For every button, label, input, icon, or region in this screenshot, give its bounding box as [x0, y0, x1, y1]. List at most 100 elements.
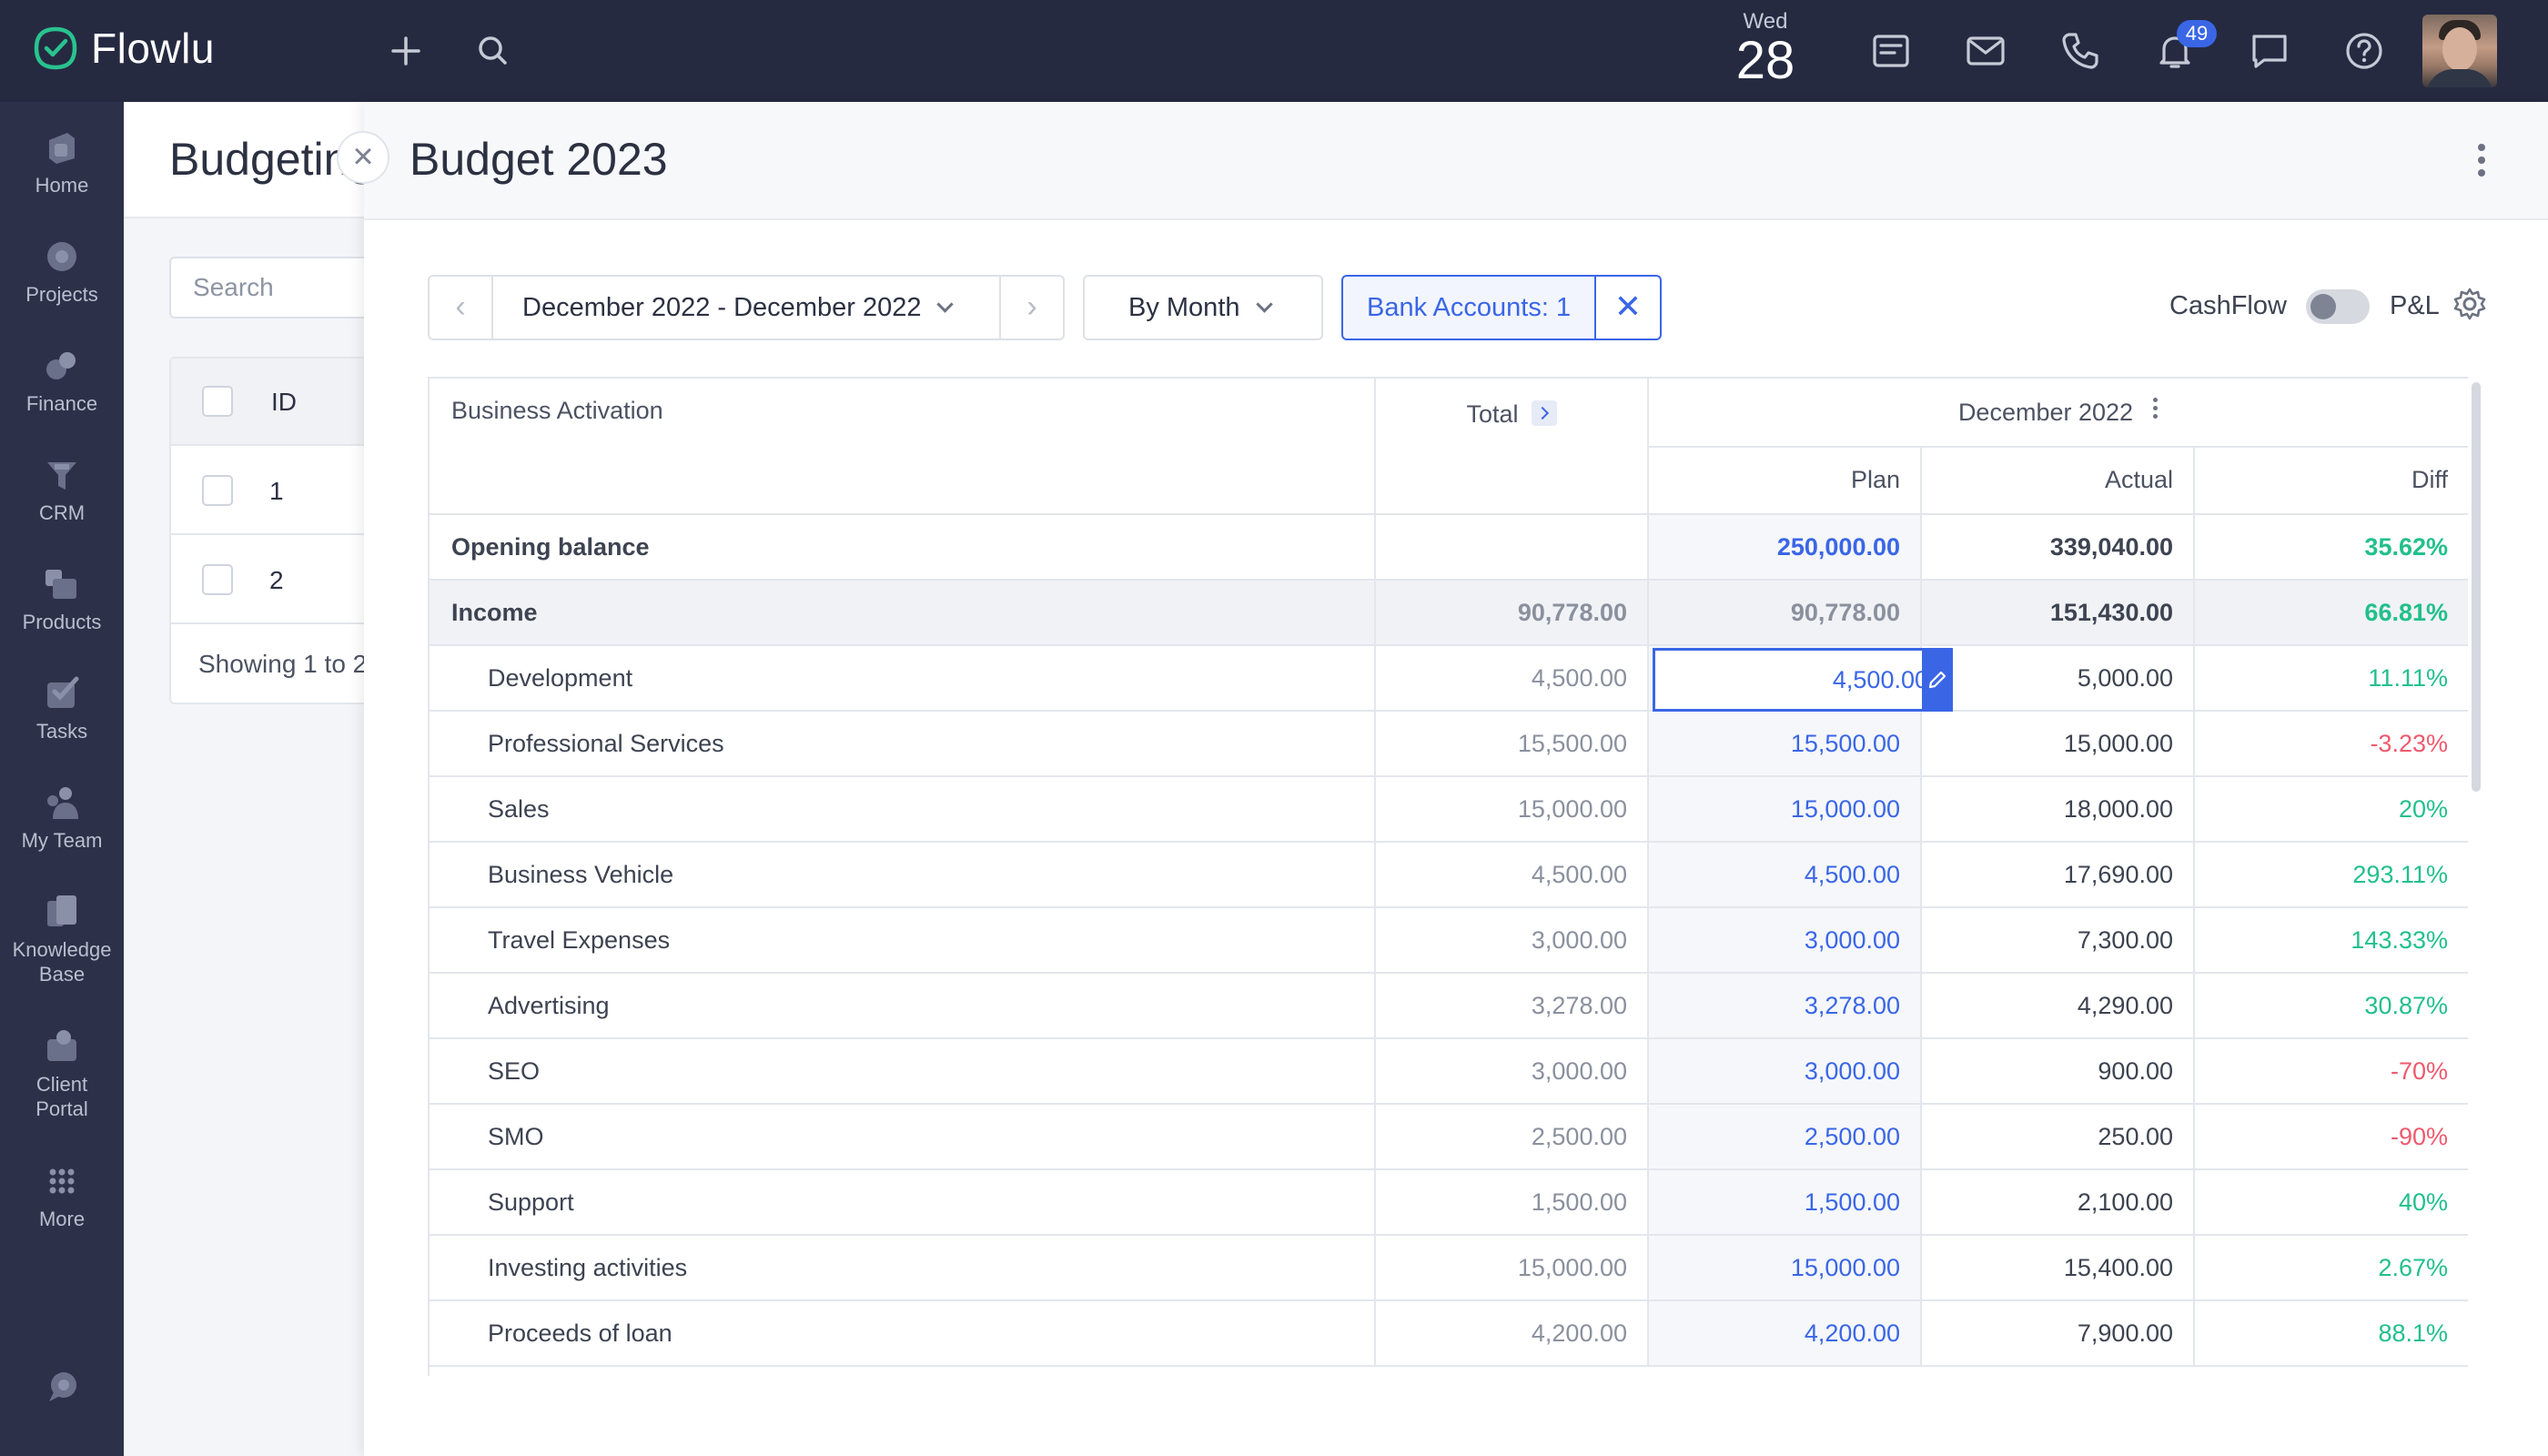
total-cell: 3,278.00	[1376, 974, 1649, 1039]
total-column-header[interactable]: Total	[1376, 379, 1649, 515]
sidebar-item-label-line2: Portal	[35, 1097, 88, 1120]
sidebar-item-products[interactable]: Products	[0, 564, 124, 634]
projects-icon	[47, 242, 76, 271]
date-display[interactable]: Wed 28	[1729, 9, 1802, 87]
plan-cell[interactable]: 3,000.00	[1649, 908, 1922, 974]
sidebar-item-more[interactable]: More	[0, 1161, 124, 1231]
total-cell: 4,500.00	[1376, 646, 1649, 712]
total-cell: 15,000.00	[1376, 777, 1649, 843]
table-row-id[interactable]: 2	[269, 566, 284, 595]
total-cell: 1,500.00	[1376, 1170, 1649, 1236]
expand-arrow-icon[interactable]	[1531, 399, 1557, 426]
actual-cell: 339,040.00	[1922, 515, 2195, 581]
sidebar-item-label: Home	[35, 174, 89, 197]
row-label: SMO	[430, 1105, 1376, 1170]
sidebar-item-client-portal[interactable]: Client Portal	[0, 1026, 124, 1121]
sidebar-item-finance[interactable]: Finance	[0, 346, 124, 416]
group-by-dropdown[interactable]: By Month	[1083, 275, 1323, 340]
plan-cell[interactable]: 3,278.00	[1649, 974, 1922, 1039]
close-panel-button[interactable]: ×	[337, 131, 389, 184]
app-logo[interactable]: Flowlu	[33, 24, 215, 73]
chat-icon[interactable]	[2248, 29, 2291, 73]
sidebar-item-projects[interactable]: Projects	[0, 237, 124, 307]
user-avatar[interactable]	[2422, 15, 2497, 87]
edit-pencil-button[interactable]	[1922, 648, 1953, 712]
sidebar-item-label: Knowledge	[12, 938, 112, 961]
month-header-label: December 2022	[1957, 399, 2134, 426]
row-checkbox[interactable]	[202, 564, 233, 595]
row-label: Proceeds of loan	[430, 1301, 1376, 1367]
row-label: Opening balance	[430, 515, 1376, 581]
plan-cell[interactable]: 250,000.00	[1649, 515, 1922, 581]
sidebar-item-label: Tasks	[35, 720, 88, 743]
plan-cell-editor-value: 4,500.00	[1832, 666, 1928, 693]
sidebar-item-crm[interactable]: CRM	[0, 455, 124, 525]
plan-cell[interactable]: 1,500.00	[1649, 1170, 1922, 1236]
sidebar-item-label: Client	[35, 1073, 88, 1096]
notes-icon[interactable]	[1869, 29, 1913, 73]
budget-table: Business Activation Total December 2022 …	[428, 377, 2468, 1376]
plan-cell[interactable]: 15,500.00	[1649, 712, 1922, 777]
sidebar-item-my-team[interactable]: My Team	[0, 783, 124, 853]
total-cell: 3,000.00	[1376, 1039, 1649, 1105]
actual-cell: 7,300.00	[1922, 908, 2195, 974]
gear-icon[interactable]	[2452, 286, 2488, 322]
diff-cell: -70%	[2195, 1039, 2468, 1105]
row-label: Development	[430, 646, 1376, 712]
row-label: Sales	[430, 777, 1376, 843]
products-icon	[46, 570, 76, 599]
help-icon[interactable]	[2342, 29, 2386, 73]
sidebar-support-button[interactable]	[0, 1367, 124, 1412]
next-period-button[interactable]: ›	[999, 277, 1063, 339]
date-range-dropdown[interactable]: December 2022 - December 2022	[522, 277, 955, 339]
table-footer-count: Showing 1 to 2	[198, 650, 368, 678]
flowlu-logo-icon	[34, 26, 77, 70]
plan-cell[interactable]: 3,000.00	[1649, 1039, 1922, 1105]
plan-cell[interactable]: 2,500.00	[1649, 1105, 1922, 1170]
notifications-badge[interactable]: 49	[2177, 20, 2217, 47]
plan-cell-editor[interactable]: 4,500.00	[1653, 648, 1953, 712]
actual-cell: 15,400.00	[1922, 1236, 2195, 1301]
plan-cell[interactable]: 4,200.00	[1649, 1301, 1922, 1367]
actual-cell: 17,690.00	[1922, 843, 2195, 908]
phone-icon[interactable]	[2058, 29, 2102, 73]
row-checkbox[interactable]	[202, 475, 233, 506]
pl-label: P&L	[2390, 291, 2440, 320]
month-menu-icon[interactable]	[2153, 398, 2159, 422]
date-range-selector: ‹ December 2022 - December 2022 ›	[428, 275, 1065, 340]
sidebar-item-tasks[interactable]: Tasks	[0, 673, 124, 743]
cashflow-pl-toggle[interactable]	[2306, 289, 2370, 324]
row-label: Investing activities	[430, 1236, 1376, 1301]
client-portal-icon	[47, 1030, 76, 1061]
total-cell: 2,500.00	[1376, 1105, 1649, 1170]
plan-cell[interactable]: 15,000.00	[1649, 1236, 1922, 1301]
previous-period-button[interactable]: ‹	[430, 277, 493, 339]
bank-accounts-filter[interactable]: Bank Accounts: 1 ✕	[1341, 275, 1662, 340]
plan-cell: 90,778.00	[1649, 581, 1922, 646]
column-header-id[interactable]: ID	[271, 388, 297, 417]
cashflow-label: CashFlow	[2169, 291, 2287, 320]
plan-cell[interactable]: 4,500.00	[1649, 843, 1922, 908]
select-all-checkbox[interactable]	[202, 386, 233, 417]
knowledge-base-icon	[47, 895, 76, 926]
bank-accounts-label: Bank Accounts: 1	[1367, 293, 1572, 322]
plan-cell[interactable]: 15,000.00	[1649, 777, 1922, 843]
mail-icon[interactable]	[1964, 29, 2007, 73]
date-range-value: December 2022 - December 2022	[522, 293, 922, 322]
clear-bank-filter-icon[interactable]: ✕	[1594, 277, 1660, 339]
sidebar-item-label: Products	[22, 611, 102, 633]
sidebar-item-label-line2: Base	[38, 963, 86, 986]
add-icon[interactable]	[384, 29, 428, 73]
panel-header	[364, 102, 2548, 220]
row-label: SEO	[430, 1039, 1376, 1105]
total-cell: 4,500.00	[1376, 843, 1649, 908]
sidebar-item-label: My Team	[21, 829, 103, 852]
sidebar-item-knowledge-base[interactable]: Knowledge Base	[0, 892, 124, 986]
table-row-id[interactable]: 1	[269, 477, 284, 506]
table-scrollbar-thumb[interactable]	[2472, 382, 2481, 792]
search-icon[interactable]	[471, 29, 515, 73]
sidebar-item-home[interactable]: Home	[0, 127, 124, 197]
panel-menu-icon[interactable]	[2468, 142, 2495, 178]
actual-cell: 151,430.00	[1922, 581, 2195, 646]
month-column-header: December 2022	[1649, 379, 2468, 448]
